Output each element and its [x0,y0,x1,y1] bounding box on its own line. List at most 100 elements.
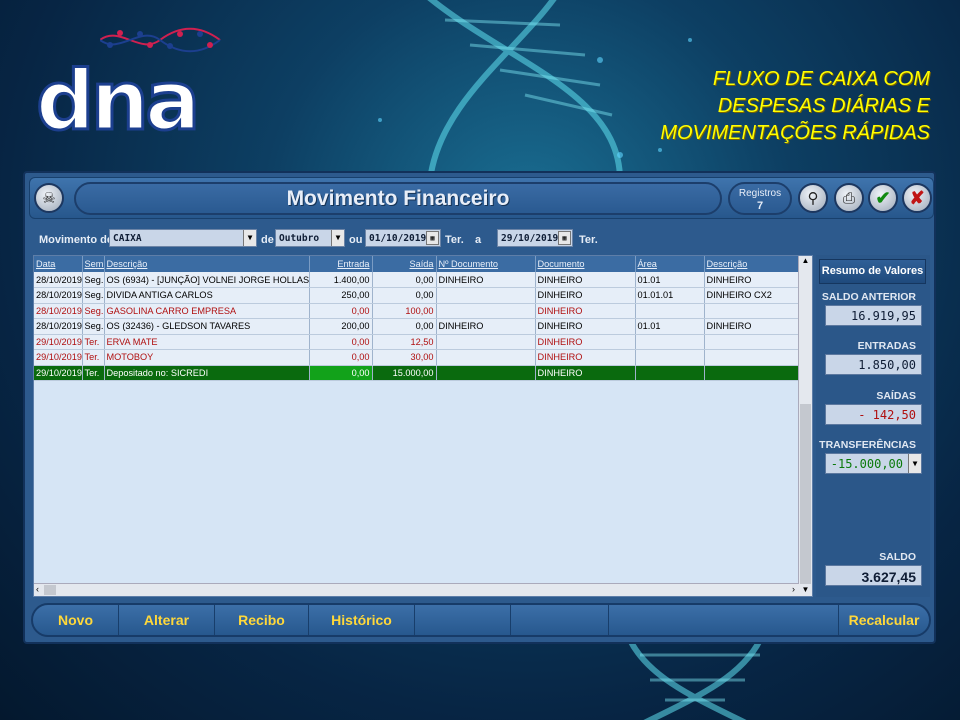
table-cell: OS (32436) - GLEDSON TAVARES [104,318,310,335]
table-cell [436,334,536,350]
chevron-down-icon[interactable]: ▼ [331,230,344,246]
hscroll-thumb[interactable] [44,585,56,595]
table-row[interactable]: 29/10/2019 Ter. ERVA MATE 0,00 12,50 DINHEIRO [34,334,800,350]
dna-logo: dna [30,25,230,144]
table-cell: DINHEIRO [704,318,800,335]
horizontal-scrollbar[interactable]: ‹ › [34,583,799,596]
confirm-check-icon[interactable]: ✔ [868,183,898,213]
empty-slot-3 [609,605,839,635]
vertical-scrollbar[interactable]: ▲ ▼ [798,256,812,596]
saidas-value: - 142,50 [825,404,922,425]
table-cell: Seg. [82,318,105,335]
scroll-right-icon[interactable]: › [792,584,795,594]
table-cell: Seg. [82,272,105,288]
col-header-area[interactable]: Área [635,256,705,272]
table-cell: DIVIDA ANTIGA CARLOS [104,287,310,304]
scroll-down-icon[interactable]: ▼ [799,585,812,594]
saldo-label: SALDO [879,551,916,563]
table-cell: 28/10/2019 [34,287,83,304]
entradas-value: 1.850,00 [825,354,922,375]
table-cell: DINHEIRO [535,334,636,350]
col-header-descricao[interactable]: Descrição [104,256,310,272]
col-header-data[interactable]: Data [34,256,83,272]
table-row[interactable]: 29/10/2019 Ter. Depositado no: SICREDI 0,00… [34,365,800,381]
novo-button[interactable]: Novo [33,605,119,635]
table-cell: 0,00 [309,349,373,366]
alterar-button[interactable]: Alterar [119,605,215,635]
date-to-field[interactable]: 29/10/2019 ▦ [497,229,573,247]
col-header-descricao-2[interactable]: Descrição [704,256,800,272]
table-cell [635,349,705,366]
scroll-left-icon[interactable]: ‹ [36,584,39,594]
date-from-field[interactable]: 01/10/2019 ▦ [365,229,441,247]
table-cell [704,334,800,350]
table-cell [704,349,800,366]
scroll-up-icon[interactable]: ▲ [799,256,812,265]
table-row[interactable]: 28/10/2019 Seg. OS (6934) - [JUNÇÃO] VOLNE… [34,272,800,288]
mes-value: Outubro [279,233,320,244]
table-cell: 29/10/2019 [34,365,83,381]
calendar-icon[interactable]: ▦ [558,231,571,245]
table-cell: 0,00 [309,365,373,381]
table-row[interactable]: 29/10/2019 Ter. MOTOBOY 0,00 30,00 DINHEIRO [34,349,800,366]
table-cell: DINHEIRO [436,272,536,288]
printer-icon[interactable]: ⎙ [834,183,864,213]
ou-label: ou [349,234,363,246]
col-header-sem[interactable]: Sem. [82,256,105,272]
mes-select[interactable]: Outubro ▼ [275,229,345,247]
table-cell: 250,00 [309,287,373,304]
table-row[interactable]: 28/10/2019 Seg. OS (32436) - GLEDSON TAVAR… [34,318,800,335]
recibo-button[interactable]: Recibo [215,605,309,635]
recalcular-button[interactable]: Recalcular [839,605,929,635]
table-cell: 100,00 [372,303,437,319]
de-label: de [261,234,274,246]
table-cell: DINHEIRO CX2 [704,287,800,304]
chevron-down-icon[interactable]: ▼ [908,454,921,473]
movimento-label: Movimento de: [39,234,117,246]
empty-slot-2 [511,605,609,635]
chevron-down-icon[interactable]: ▼ [243,230,256,246]
table-cell: Depositado no: SICREDI [104,365,310,381]
col-header-num-documento[interactable]: Nº Documento [436,256,536,272]
movimento-select[interactable]: CAIXA ▼ [109,229,257,247]
table-cell: 01.01 [635,272,705,288]
table-cell: 200,00 [309,318,373,335]
date-to-value: 29/10/2019 [501,233,559,244]
saldo-anterior-value: 16.919,95 [825,305,922,326]
table-header: Data Sem. Descrição Entrada Saída Nº Doc… [34,256,800,272]
table-cell: 0,00 [309,303,373,319]
pin-icon[interactable]: ⚲ [798,183,828,213]
close-x-icon[interactable]: ✘ [902,183,932,213]
table-cell [635,365,705,381]
col-header-saida[interactable]: Saída [372,256,437,272]
saldo-anterior-label: SALDO ANTERIOR [821,291,916,303]
table-cell: 15.000,00 [372,365,437,381]
transferencias-select[interactable]: -15.000,00 ▼ [825,453,922,474]
table-cell: 0,00 [372,272,437,288]
resumo-heading: Resumo de Valores [819,259,926,284]
registros-counter: Registros 7 [728,182,792,215]
table-cell: 12,50 [372,334,437,350]
col-header-entrada[interactable]: Entrada [309,256,373,272]
registros-label: Registros [738,188,782,199]
table-cell: 30,00 [372,349,437,366]
skull-icon[interactable]: ☠ [34,183,64,213]
a-label: a [475,234,482,246]
table-cell: Ter. [82,365,105,381]
table-cell: 28/10/2019 [34,272,83,288]
saidas-label: SAÍDAS [876,390,916,402]
table-row[interactable]: 28/10/2019 Seg. DIVIDA ANTIGA CARLOS 250,00… [34,287,800,304]
scrollbar-thumb[interactable] [800,404,811,584]
day-from-label: Ter. [445,234,464,246]
historico-button[interactable]: Histórico [309,605,415,635]
table-row[interactable]: 28/10/2019 Seg. GASOLINA CARRO EMPRESA 0,00… [34,303,800,319]
calendar-icon[interactable]: ▦ [426,231,439,245]
title-bar: ☠ Movimento Financeiro Registros 7 ⚲ ⎙ ✔… [29,177,934,219]
movimento-value: CAIXA [113,233,142,244]
transferencias-value: -15.000,00 [830,457,903,471]
col-header-documento[interactable]: Documento [535,256,636,272]
logo-helix-icon [100,27,221,53]
table-cell [635,303,705,319]
filter-bar: Movimento de: CAIXA ▼ de Outubro ▼ ou 01… [29,225,934,255]
window-title: Movimento Financeiro [74,182,722,215]
